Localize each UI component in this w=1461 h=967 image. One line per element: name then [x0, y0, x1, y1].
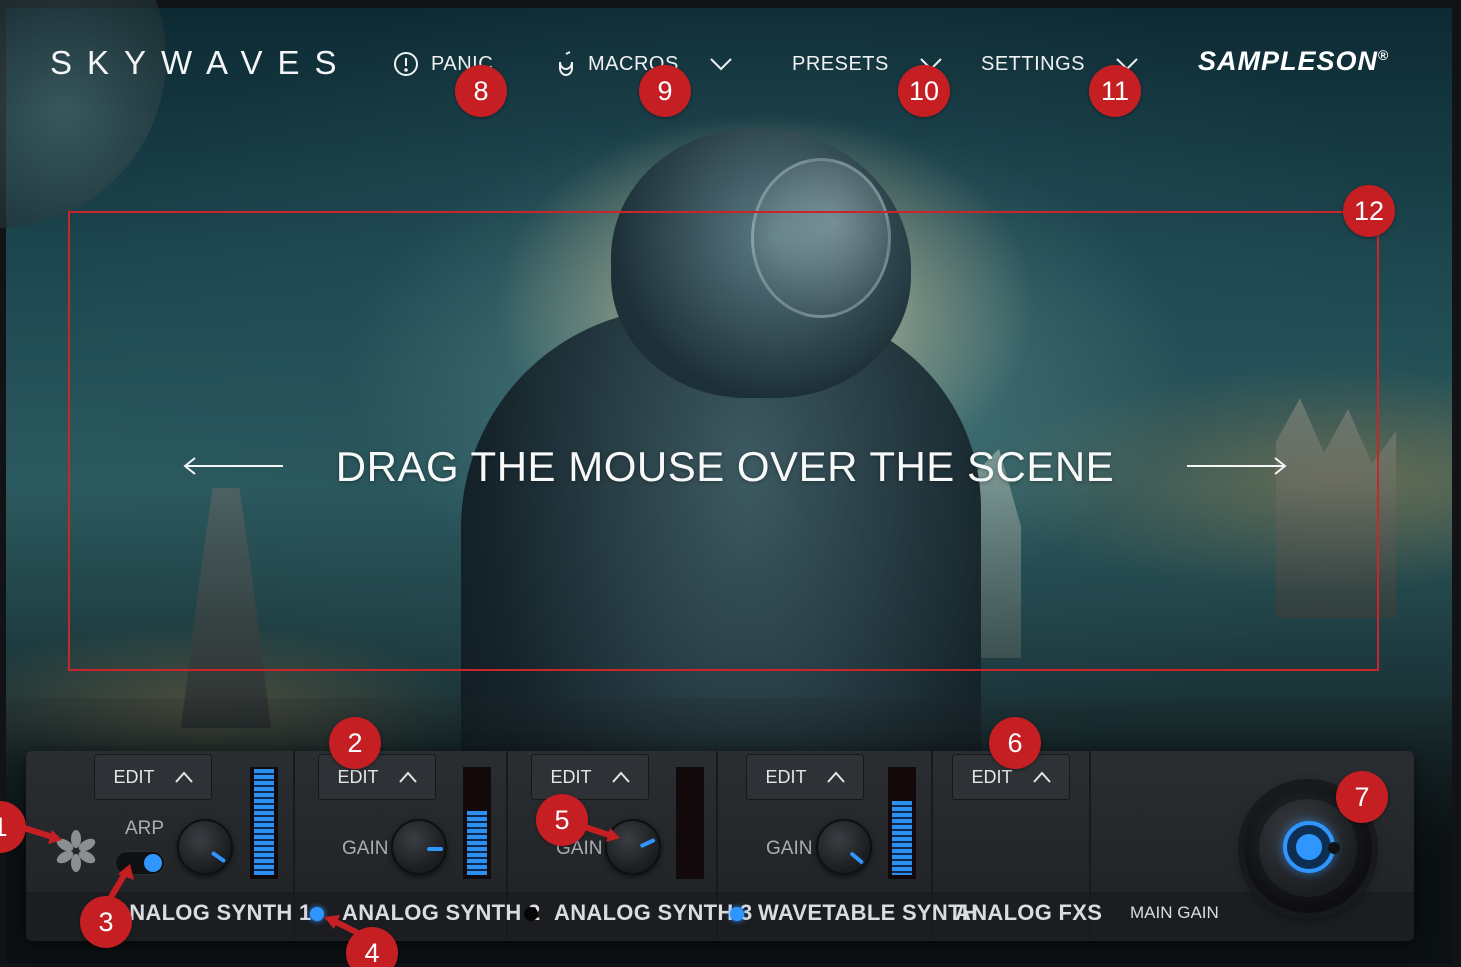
chevron-up-icon — [398, 771, 417, 783]
settings-label: SETTINGS — [981, 52, 1086, 75]
meter-fill — [467, 811, 487, 875]
channel-enable-wavetable[interactable] — [730, 907, 744, 921]
edit-label: EDIT — [337, 766, 379, 787]
callout-arrow-1 — [23, 825, 62, 844]
planet-image — [0, 0, 166, 228]
chevron-down-icon — [710, 58, 732, 71]
chevron-up-icon — [1032, 771, 1051, 783]
callout-12: 12 — [1343, 185, 1395, 237]
edit-label: EDIT — [971, 766, 1013, 787]
arp-label: ARP — [125, 818, 165, 839]
knob-indicator — [639, 837, 656, 849]
level-meter-synth-3 — [676, 767, 704, 879]
edit-label: EDIT — [765, 766, 807, 787]
edit-label: EDIT — [550, 766, 592, 787]
gain-label: GAIN — [766, 838, 813, 859]
meter-fill — [254, 769, 274, 875]
drag-hint-text: DRAG THE MOUSE OVER THE SCENE — [335, 443, 1115, 490]
gain-label: GAIN — [342, 838, 389, 859]
level-meter-synth-2 — [463, 767, 491, 879]
knob-indicator — [427, 847, 443, 851]
callout-10: 10 — [898, 65, 950, 117]
arrow-right-icon — [1187, 457, 1287, 475]
knob-indicator — [210, 850, 227, 864]
sampleson-logo[interactable]: SAMPLESON® — [1198, 46, 1389, 77]
callout-7: 7 — [1336, 771, 1388, 823]
brand-title: SKYWAVES — [50, 44, 352, 81]
scene-drag-area[interactable] — [68, 211, 1379, 671]
arrow-left-icon — [183, 457, 283, 475]
toggle-thumb — [144, 854, 162, 872]
channel-name-synth-2: ANALOG SYNTH 2 — [342, 900, 541, 925]
logo-text: SAMPLESON — [1198, 46, 1379, 76]
callout-9: 9 — [639, 65, 691, 117]
callout-arrow-3 — [105, 864, 134, 904]
channel-name-synth-3: ANALOG SYNTH 3 — [554, 900, 753, 925]
logo-registered-mark: ® — [1378, 47, 1390, 63]
channel-name-synth-1: ANALOG SYNTH 1 — [113, 900, 312, 925]
app-window: SKYWAVES PANIC MACROS PRESETS SETTINGS S… — [0, 0, 1461, 967]
gain-knob-synth-2[interactable] — [391, 819, 447, 875]
main-gain-label: MAIN GAIN — [1130, 903, 1219, 922]
chevron-up-icon — [174, 771, 193, 783]
edit-button-synth-3[interactable]: EDIT — [531, 754, 649, 800]
channel-name-wavetable: WAVETABLE SYNTH — [758, 900, 979, 925]
meter-fill — [892, 801, 912, 875]
callout-11: 11 — [1089, 65, 1141, 117]
presets-label: PRESETS — [792, 52, 889, 75]
callout-6: 6 — [989, 717, 1041, 769]
chevron-up-icon — [826, 771, 845, 783]
arp-knob[interactable] — [177, 819, 233, 875]
callout-8: 8 — [455, 65, 507, 117]
callout-arrow-4 — [324, 915, 368, 940]
gain-knob-wavetable[interactable] — [816, 819, 872, 875]
channel-name-fxs: ANALOG FXS — [955, 900, 1103, 925]
channel-enable-synth-3[interactable] — [524, 907, 538, 921]
alert-icon — [394, 52, 418, 76]
edit-button-wavetable[interactable]: EDIT — [746, 754, 864, 800]
macro-knob-icon — [559, 51, 573, 76]
knob-indicator — [849, 851, 865, 865]
knob-position-dot — [1328, 842, 1340, 854]
callout-2: 2 — [329, 717, 381, 769]
edit-label: EDIT — [113, 766, 155, 787]
level-meter-synth-1 — [250, 767, 278, 879]
level-meter-wavetable — [888, 767, 916, 879]
edit-button-synth-1[interactable]: EDIT — [94, 754, 212, 800]
chevron-up-icon — [611, 771, 630, 783]
callout-arrow-5 — [581, 823, 620, 842]
power-indicator — [1293, 831, 1325, 863]
